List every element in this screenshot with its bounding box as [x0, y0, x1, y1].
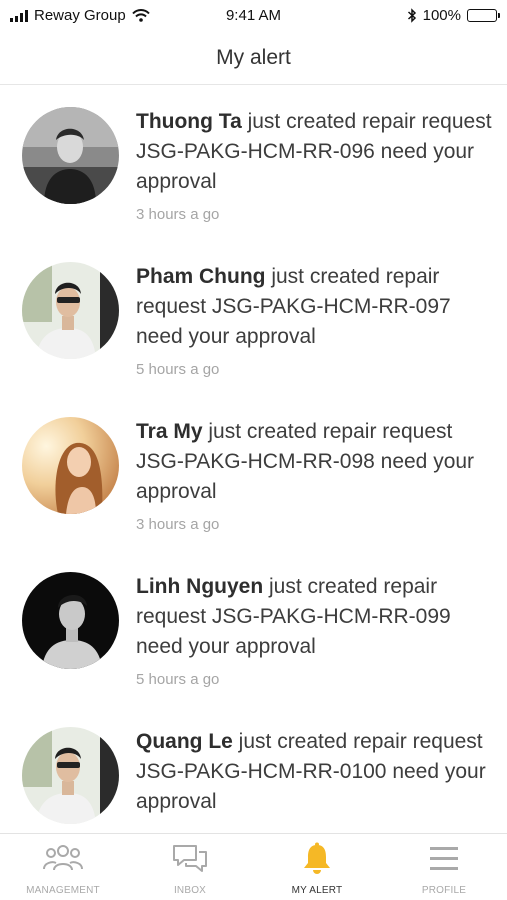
- tab-bar: MANAGEMENT INBOX MY ALERT PROFILE: [0, 833, 507, 900]
- alert-item[interactable]: Quang Le just created repair request JSG…: [0, 705, 507, 833]
- alert-sender: Quang Le: [136, 730, 233, 753]
- page-header: My alert: [0, 32, 507, 85]
- tab-profile[interactable]: PROFILE: [381, 834, 507, 900]
- avatar: [22, 572, 119, 669]
- tab-my-alert[interactable]: MY ALERT: [254, 834, 380, 900]
- alert-time: 3 hours a go: [136, 206, 220, 223]
- avatar: [22, 262, 119, 359]
- alert-message: Thuong Ta just created repair request JS…: [136, 107, 496, 197]
- alert-item[interactable]: Tra My just created repair request JSG-P…: [0, 395, 507, 550]
- page-title: My alert: [216, 46, 291, 69]
- people-icon: [43, 845, 83, 871]
- alert-sender: Tra My: [136, 420, 203, 443]
- tab-label: INBOX: [173, 885, 207, 896]
- tab-management[interactable]: MANAGEMENT: [0, 834, 126, 900]
- alert-message: Linh Nguyen just created repair request …: [136, 572, 496, 662]
- alert-sender: Thuong Ta: [136, 110, 242, 133]
- avatar: [22, 727, 119, 824]
- tab-label: PROFILE: [421, 885, 467, 896]
- status-right: 100%: [407, 7, 500, 24]
- alert-item[interactable]: Linh Nguyen just created repair request …: [0, 550, 507, 705]
- alert-sender: Pham Chung: [136, 265, 266, 288]
- alert-time: 5 hours a go: [136, 671, 220, 688]
- battery-percent: 100%: [422, 7, 461, 24]
- avatar: [22, 107, 119, 204]
- alert-item[interactable]: Thuong Ta just created repair request JS…: [0, 85, 507, 240]
- alert-message: Tra My just created repair request JSG-P…: [136, 417, 496, 507]
- alert-time: 5 hours a go: [136, 361, 220, 378]
- status-bar: Reway Group 9:41 AM 100%: [0, 0, 507, 32]
- alert-sender: Linh Nguyen: [136, 575, 264, 598]
- alert-item[interactable]: Pham Chung just created repair request J…: [0, 240, 507, 395]
- battery-icon: [467, 9, 500, 22]
- tab-inbox[interactable]: INBOX: [127, 834, 253, 900]
- chat-icon: [173, 845, 207, 872]
- alert-list[interactable]: Thuong Ta just created repair request JS…: [0, 85, 507, 833]
- avatar: [22, 417, 119, 514]
- bluetooth-icon: [407, 8, 416, 23]
- menu-icon: [430, 847, 458, 870]
- alert-time: 3 hours a go: [136, 516, 220, 533]
- tab-label: MANAGEMENT: [26, 885, 100, 896]
- tab-label: MY ALERT: [291, 885, 343, 896]
- alert-message: Quang Le just created repair request JSG…: [136, 727, 496, 817]
- bell-icon: [304, 842, 330, 874]
- alert-message: Pham Chung just created repair request J…: [136, 262, 496, 352]
